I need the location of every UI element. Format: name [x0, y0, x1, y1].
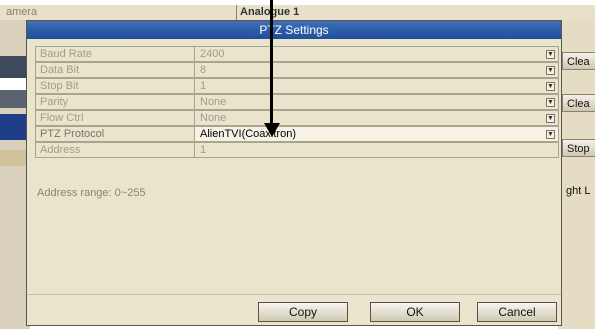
flow-ctrl-select[interactable]: None ▼ — [194, 110, 559, 126]
camera-header-bar: amera Analogue 1 — [0, 5, 595, 21]
light-label: ght L — [566, 185, 591, 197]
clear-button-2[interactable]: Clea — [562, 94, 595, 112]
header-divider — [236, 5, 237, 20]
chevron-down-icon[interactable]: ▼ — [546, 66, 555, 75]
flow-ctrl-value: None — [200, 112, 227, 124]
data-bit-select[interactable]: 8 ▼ — [194, 62, 559, 78]
field-row-baud-rate: Baud Rate 2400 ▼ — [35, 46, 559, 62]
stop-bit-label: Stop Bit — [35, 78, 195, 94]
address-input[interactable]: 1 — [194, 142, 559, 158]
parity-label: Parity — [35, 94, 195, 110]
address-range-hint: Address range: 0~255 — [37, 187, 146, 199]
flow-ctrl-label: Flow Ctrl — [35, 110, 195, 126]
chevron-down-icon[interactable]: ▼ — [546, 82, 555, 91]
ok-button[interactable]: OK — [370, 302, 460, 322]
dialog-title: PTZ Settings — [27, 21, 561, 39]
arrow-head-icon — [264, 123, 280, 137]
ptz-protocol-select[interactable]: AlienTVI(Coaxitron) ▼ — [194, 126, 559, 142]
cancel-button[interactable]: Cancel — [477, 302, 557, 322]
field-row-flow-ctrl: Flow Ctrl None ▼ — [35, 110, 559, 126]
baud-rate-select[interactable]: 2400 ▼ — [194, 46, 559, 62]
parity-value: None — [200, 96, 227, 108]
stop-button[interactable]: Stop — [562, 139, 595, 157]
stop-bit-select[interactable]: 1 ▼ — [194, 78, 559, 94]
chevron-down-icon[interactable]: ▼ — [546, 114, 555, 123]
field-row-stop-bit: Stop Bit 1 ▼ — [35, 78, 559, 94]
chevron-down-icon[interactable]: ▼ — [546, 98, 555, 107]
chevron-down-icon[interactable]: ▼ — [546, 50, 555, 59]
footer-divider — [27, 294, 561, 295]
stop-bit-value: 1 — [200, 80, 207, 92]
ptz-settings-dialog: PTZ Settings Baud Rate 2400 ▼ Data Bit 8 ▼… — [26, 20, 562, 326]
copy-button[interactable]: Copy — [258, 302, 348, 322]
address-value: 1 — [200, 144, 207, 156]
clear-button-1[interactable]: Clea — [562, 52, 595, 70]
field-row-parity: Parity None ▼ — [35, 94, 559, 110]
parity-select[interactable]: None ▼ — [194, 94, 559, 110]
field-row-data-bit: Data Bit 8 ▼ — [35, 62, 559, 78]
address-label: Address — [35, 142, 195, 158]
dvr-screen: amera Analogue 1 Clea Clea Stop ght L PT… — [0, 0, 595, 329]
arrow-down-icon — [270, 0, 273, 125]
field-row-ptz-protocol: PTZ Protocol AlienTVI(Coaxitron) ▼ — [35, 126, 559, 142]
ptz-protocol-label: PTZ Protocol — [35, 126, 195, 142]
data-bit-label: Data Bit — [35, 62, 195, 78]
chevron-down-icon[interactable]: ▼ — [546, 130, 555, 139]
camera-label: amera — [6, 6, 38, 18]
ptz-protocol-value: AlienTVI(Coaxitron) — [200, 128, 296, 140]
baud-rate-value: 2400 — [200, 48, 225, 60]
baud-rate-label: Baud Rate — [35, 46, 195, 62]
field-row-address: Address 1 — [35, 142, 559, 158]
data-bit-value: 8 — [200, 64, 207, 76]
